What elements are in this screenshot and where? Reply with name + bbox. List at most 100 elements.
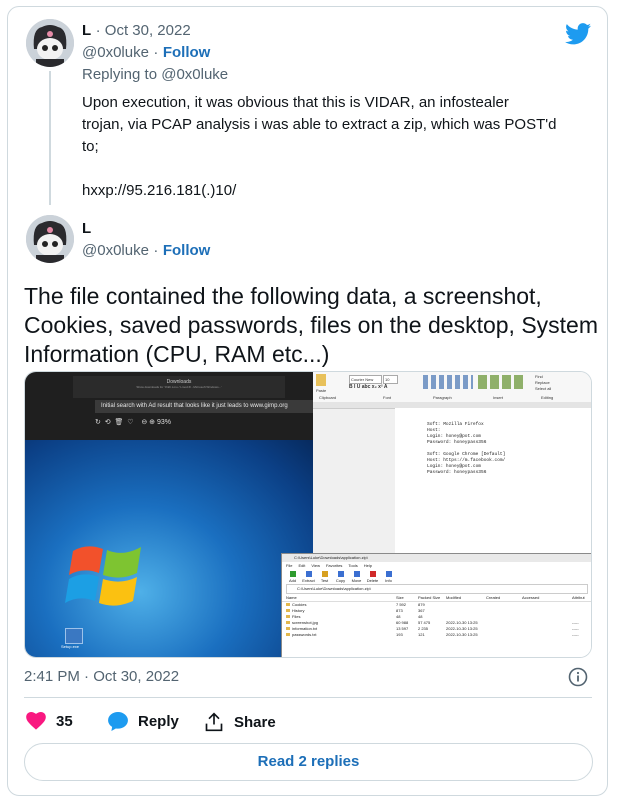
zoom-level: 93%: [156, 419, 171, 426]
font-format-buttons[interactable]: B I U abc x₂ x² A: [349, 384, 387, 390]
zip-tool-button[interactable]: Info: [382, 571, 395, 583]
zip-column-header: Modified: [446, 595, 462, 600]
zip-tool-label: Test: [320, 578, 329, 583]
folder-icon: [286, 627, 290, 630]
zip-tool-label: Add: [288, 578, 297, 583]
folder-icon: [286, 621, 290, 624]
divider: [24, 697, 592, 698]
browser-dark-area: Downloads Show downloads for 'zhkh.Lmu /…: [25, 372, 319, 440]
zip-tool-button[interactable]: Test: [318, 571, 331, 583]
tweet2-line: Cookies, saved passwords, files on the d…: [24, 312, 599, 338]
handle[interactable]: @0x0luke: [82, 44, 149, 61]
share-button[interactable]: Share: [204, 712, 276, 732]
ribbon-group-editing: Editing: [541, 395, 554, 400]
avatar[interactable]: [26, 19, 74, 67]
ribbon-group-clipboard: Clipboard: [319, 395, 337, 400]
paragraph-buttons[interactable]: [423, 375, 473, 389]
tweet2-line: The file contained the following data, a…: [24, 283, 542, 309]
tweet-card: L · Oct 30, 2022 @0x0luke · Follow Reply…: [7, 6, 608, 796]
ribbon-group-insert: Insert: [493, 395, 504, 400]
wordpad-ribbon: Paste Courier New 10 B I U abc x₂ x² A F…: [313, 372, 591, 403]
downloads-panel: Downloads Show downloads for 'zhkh.Lmu /…: [73, 376, 285, 398]
zip-tool-label: Extract: [302, 578, 315, 583]
zip-column-header: Attribut: [572, 595, 585, 600]
zip-tool-button[interactable]: Add: [286, 571, 299, 583]
find-button[interactable]: Find: [535, 374, 543, 379]
zip-tool-label: Move: [351, 578, 362, 583]
zip-table-header: Name Size Packed Size Modified Created Access…: [282, 595, 591, 602]
zip-menu-item[interactable]: Edit: [298, 563, 305, 568]
zip-tool-icon: [321, 571, 328, 577]
tweet2-body: The file contained the following data, a…: [24, 282, 598, 369]
zip-menu-item[interactable]: Tools: [348, 563, 357, 568]
zip-menubar: File Edit View Favorites Tools Help: [282, 562, 591, 569]
folder-icon: [286, 609, 290, 612]
twitter-bird-icon[interactable]: [565, 23, 591, 45]
zip-tool-icon: [337, 571, 344, 577]
font-select[interactable]: Courier New: [349, 375, 382, 384]
font-size-select[interactable]: 10: [383, 375, 398, 384]
zip-column-header: Size: [396, 595, 404, 600]
tweet1-line: hxxp://95.216.181(.)10/: [82, 182, 237, 199]
zip-menu-item[interactable]: View: [311, 563, 320, 568]
zip-cell: passwords.txt: [286, 632, 396, 638]
zip-tool-icon: [353, 571, 360, 577]
zip-tool-button[interactable]: Delete: [366, 571, 379, 583]
tweet1-handle-row: @0x0luke · Follow: [82, 44, 210, 62]
share-icon: [205, 712, 223, 732]
zip-file-list: Name Size Packed Size Modified Created Access…: [282, 595, 591, 638]
separator-dot: ·: [153, 242, 159, 259]
display-name[interactable]: L: [82, 22, 91, 39]
reply-icon: [108, 712, 128, 731]
zip-toolbar: Add Extract Test Copy Move Delete Info: [282, 569, 591, 583]
like-count: 35: [56, 712, 73, 730]
paste-label[interactable]: Paste: [316, 388, 326, 393]
avatar[interactable]: [26, 215, 74, 263]
zip-column-header: Name: [286, 595, 297, 600]
display-name[interactable]: L: [82, 220, 91, 237]
info-icon[interactable]: [568, 667, 588, 687]
desktop-wallpaper: Setup.exe: [25, 440, 313, 657]
zip-cell: 121: [418, 632, 425, 637]
zip-tool-label: Copy: [335, 578, 346, 583]
zip-address-bar[interactable]: C:\Users\Luke\Downloads\application.zip\: [286, 584, 588, 594]
tweet-date[interactable]: · Oct 30, 2022: [96, 22, 191, 39]
thread-line: [49, 71, 51, 205]
notification-text: Initial search with Ad result that looks…: [95, 400, 319, 413]
zip-menu-item[interactable]: Favorites: [326, 563, 342, 568]
zip-cell: 2022-10-30 13:25: [446, 632, 478, 637]
handle[interactable]: @0x0luke: [82, 242, 149, 259]
replying-to[interactable]: Replying to @0x0luke: [82, 66, 228, 83]
note-line: Password: honeypass356: [427, 470, 487, 475]
attached-image[interactable]: Downloads Show downloads for 'zhkh.Lmu /…: [24, 371, 592, 658]
zip-tool-icon: [305, 571, 312, 577]
reply-button[interactable]: Reply: [108, 712, 179, 731]
zip-cell: 193: [396, 632, 403, 637]
tweet1-body: Upon execution, it was obvious that this…: [82, 92, 556, 202]
zip-tool-label: Delete: [366, 578, 379, 583]
tweet1-line: trojan, via PCAP analysis i was able to …: [82, 116, 557, 133]
desktop-file-icon[interactable]: [65, 628, 83, 644]
reply-label: Reply: [138, 713, 179, 730]
avatar-image: [26, 19, 74, 67]
insert-buttons[interactable]: [478, 375, 526, 389]
follow-button[interactable]: Follow: [163, 242, 211, 259]
zip-menu-item[interactable]: File: [286, 563, 292, 568]
replace-button[interactable]: Replace: [535, 380, 550, 385]
read-replies-button[interactable]: Read 2 replies: [24, 743, 593, 781]
paste-icon[interactable]: [316, 374, 326, 386]
zip-tool-button[interactable]: Copy: [334, 571, 347, 583]
tweet2-handle-row: @0x0luke · Follow: [82, 242, 210, 260]
zip-cell: [486, 632, 522, 638]
tweet1-line: to;: [82, 138, 99, 155]
zip-table-row[interactable]: passwords.txt 193 121 2022-10-30 13:25 -----: [282, 632, 591, 638]
zip-tool-label: Info: [385, 578, 392, 583]
like-button[interactable]: 35: [26, 712, 73, 730]
tweet-timestamp[interactable]: 2:41 PM · Oct 30, 2022: [24, 668, 179, 685]
zip-tool-button[interactable]: Extract: [302, 571, 315, 583]
zip-tool-button[interactable]: Move: [350, 571, 363, 583]
select-all-button[interactable]: Select all: [535, 386, 551, 391]
viewer-toolbar: ↻ ⟲ 🗑 ♡ ⊖ ⊕ 93%: [95, 419, 171, 426]
zip-menu-item[interactable]: Help: [364, 563, 372, 568]
follow-button[interactable]: Follow: [163, 44, 211, 61]
